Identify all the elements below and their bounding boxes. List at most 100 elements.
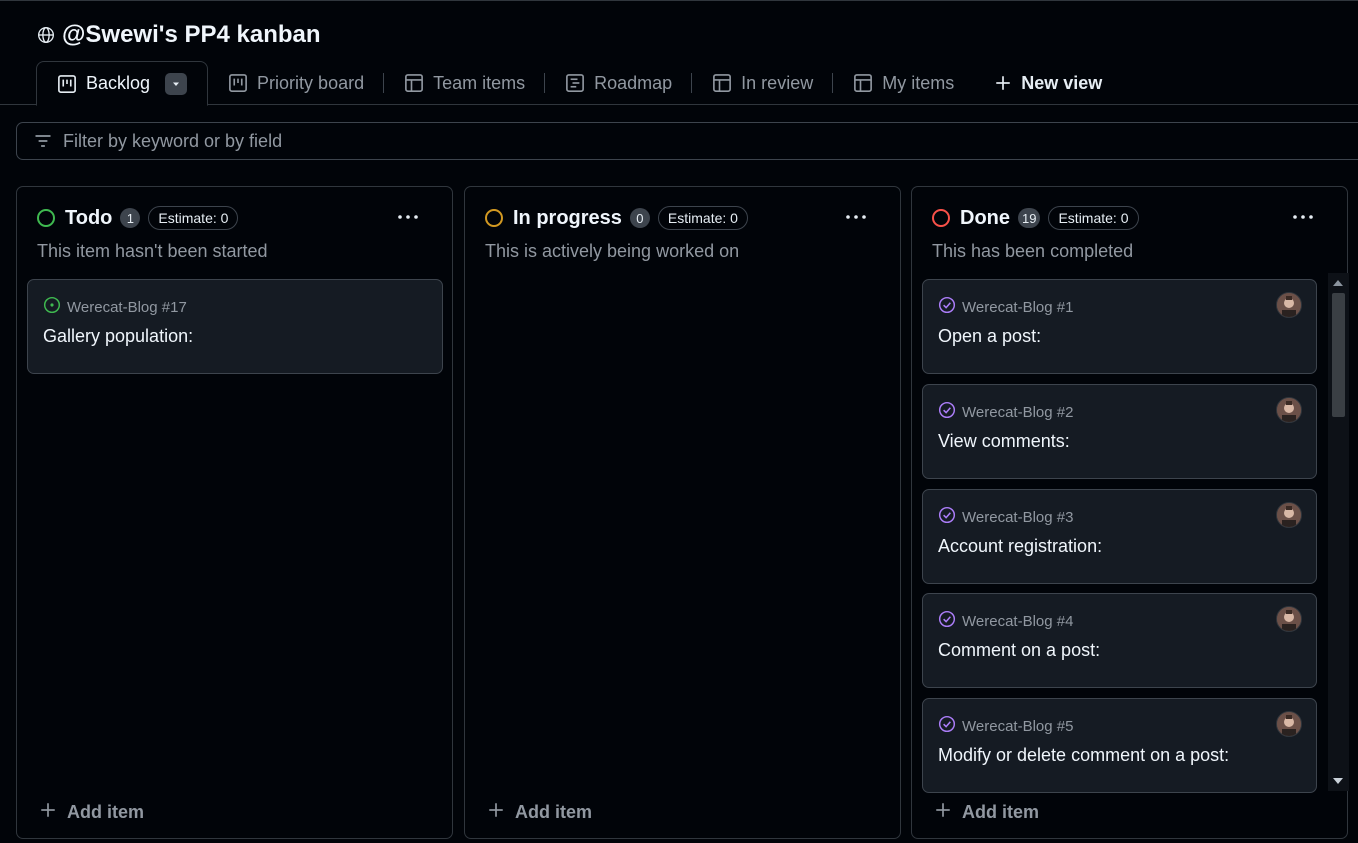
add-item-button[interactable]: Add item — [487, 798, 592, 826]
card-ref-text: Werecat-Blog #1 — [962, 298, 1074, 316]
issue-closed-icon — [938, 610, 956, 632]
card-ref-text: Werecat-Blog #3 — [962, 508, 1074, 526]
assignee-avatar[interactable] — [1276, 502, 1302, 528]
card-title[interactable]: Modify or delete comment on a post: — [938, 745, 1229, 766]
roadmap-icon — [565, 73, 585, 93]
plus-icon — [994, 74, 1012, 92]
column-title: Done — [960, 206, 1010, 229]
view-tabs: Backlog Priority board Team items Roadma… — [36, 61, 1122, 106]
card-reference[interactable]: Werecat-Blog #5 — [938, 715, 1073, 737]
column-menu-button[interactable] — [842, 205, 870, 227]
card-ref-text: Werecat-Blog #2 — [962, 403, 1074, 421]
tab-label: Team items — [433, 72, 526, 93]
estimate-badge: Estimate: 0 — [1048, 206, 1139, 230]
column-title: Todo — [65, 206, 113, 229]
tab-label: In review — [741, 72, 814, 93]
tab-my-items[interactable]: My items — [833, 61, 974, 105]
column-in-progress: In progress 0 Estimate: 0 This is active… — [464, 186, 901, 839]
filter-bar[interactable] — [16, 122, 1358, 160]
estimate-badge: Estimate: 0 — [148, 206, 239, 230]
column-description: This is actively being worked on — [485, 241, 740, 261]
tab-label: New view — [1021, 72, 1103, 93]
triangle-down-icon — [171, 73, 181, 94]
card-title[interactable]: View comments: — [938, 431, 1070, 452]
card-reference[interactable]: Werecat-Blog #17 — [43, 296, 187, 318]
column-menu-button[interactable] — [394, 205, 422, 227]
add-item-label: Add item — [515, 801, 593, 822]
column-header: Done 19 Estimate: 0 — [932, 204, 1139, 232]
filter-input[interactable] — [63, 130, 663, 152]
item-card[interactable]: Werecat-Blog #5 Modify or delete comment… — [922, 698, 1317, 793]
item-count-badge: 1 — [120, 208, 141, 228]
tab-priority-board[interactable]: Priority board — [208, 61, 385, 105]
item-card[interactable]: Werecat-Blog #3 Account registration: — [922, 489, 1317, 584]
card-reference[interactable]: Werecat-Blog #4 — [938, 610, 1073, 632]
add-item-label: Add item — [962, 801, 1040, 822]
assignee-avatar[interactable] — [1276, 397, 1302, 423]
item-card[interactable]: Werecat-Blog #2 View comments: — [922, 384, 1317, 479]
item-card[interactable]: Werecat-Blog #17 Gallery population: — [27, 279, 443, 374]
add-item-button[interactable]: Add item — [934, 798, 1039, 826]
column-description: This has been completed — [932, 241, 1134, 261]
add-item-label: Add item — [67, 801, 145, 822]
item-card[interactable]: Werecat-Blog #4 Comment on a post: — [922, 593, 1317, 688]
table-icon — [853, 73, 873, 93]
tab-team-items[interactable]: Team items — [384, 61, 546, 105]
issue-closed-icon — [938, 506, 956, 528]
column-menu-button[interactable] — [1289, 205, 1317, 227]
scroll-down-arrow-icon[interactable] — [1333, 778, 1343, 784]
card-title[interactable]: Comment on a post: — [938, 640, 1100, 661]
issue-open-icon — [43, 296, 61, 318]
top-border — [0, 0, 1358, 1]
scroll-up-arrow-icon[interactable] — [1333, 280, 1343, 286]
column-done: Done 19 Estimate: 0 This has been comple… — [911, 186, 1349, 839]
globe-icon — [36, 25, 56, 45]
tab-label: Roadmap — [594, 72, 673, 93]
card-reference[interactable]: Werecat-Blog #3 — [938, 506, 1073, 528]
tab-in-review[interactable]: In review — [692, 61, 834, 105]
kebab-horizontal-icon — [1292, 207, 1314, 225]
table-icon — [404, 73, 424, 93]
tab-label: My items — [882, 72, 955, 93]
assignee-avatar[interactable] — [1276, 606, 1302, 632]
card-title[interactable]: Account registration: — [938, 536, 1102, 557]
card-reference[interactable]: Werecat-Blog #1 — [938, 296, 1073, 318]
card-title[interactable]: Open a post: — [938, 326, 1041, 347]
column-title: In progress — [513, 206, 622, 229]
card-ref-text: Werecat-Blog #5 — [962, 717, 1074, 735]
issue-closed-icon — [938, 715, 956, 737]
add-item-button[interactable]: Add item — [39, 798, 144, 826]
item-count-badge: 0 — [629, 208, 650, 228]
column-header: In progress 0 Estimate: 0 — [485, 204, 748, 232]
column-scrollbar[interactable] — [1328, 273, 1349, 791]
board-icon — [57, 74, 77, 94]
todo-status-icon — [37, 209, 55, 227]
tab-backlog[interactable]: Backlog — [36, 61, 209, 106]
issue-closed-icon — [938, 401, 956, 423]
issue-closed-icon — [938, 296, 956, 318]
done-status-icon — [932, 209, 950, 227]
column-header: Todo 1 Estimate: 0 — [37, 204, 239, 232]
item-card[interactable]: Werecat-Blog #1 Open a post: — [922, 279, 1317, 374]
scrollbar-thumb[interactable] — [1332, 293, 1345, 417]
column-todo: Todo 1 Estimate: 0 This item hasn't been… — [16, 186, 453, 839]
tab-label: Priority board — [257, 72, 365, 93]
card-title[interactable]: Gallery population: — [43, 326, 193, 347]
estimate-badge: Estimate: 0 — [657, 206, 748, 230]
view-options-button[interactable] — [165, 72, 188, 95]
tab-roadmap[interactable]: Roadmap — [545, 61, 693, 105]
tab-label: Backlog — [86, 73, 151, 93]
board-icon — [228, 73, 248, 93]
project-title: @Swewi's PP4 kanban — [62, 21, 321, 48]
table-icon — [712, 73, 732, 93]
item-count-badge: 19 — [1018, 208, 1041, 228]
assignee-avatar[interactable] — [1276, 292, 1302, 318]
plus-icon — [487, 801, 505, 824]
filter-icon — [33, 131, 53, 151]
card-ref-text: Werecat-Blog #4 — [962, 612, 1074, 630]
assignee-avatar[interactable] — [1276, 711, 1302, 737]
new-view-button[interactable]: New view — [974, 61, 1122, 105]
plus-icon — [39, 801, 57, 824]
kebab-horizontal-icon — [845, 207, 867, 225]
card-reference[interactable]: Werecat-Blog #2 — [938, 401, 1073, 423]
